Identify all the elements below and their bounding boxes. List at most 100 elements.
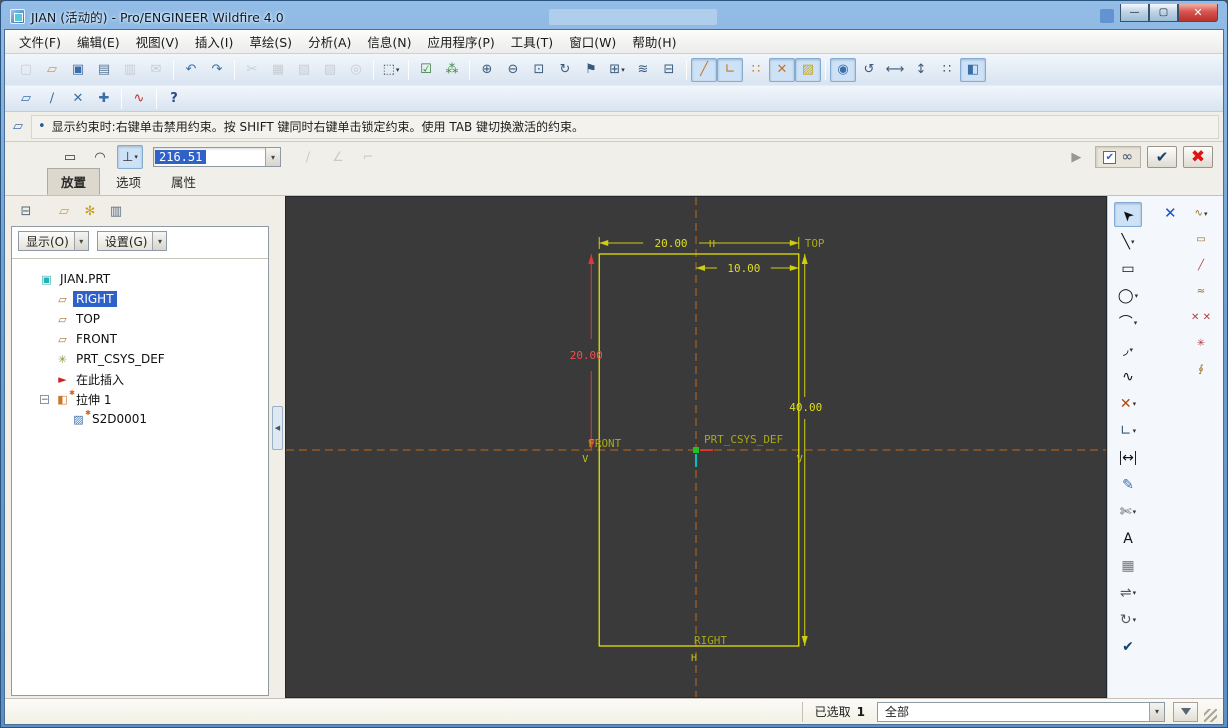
menu-help[interactable]: 帮助(H) [624,29,684,54]
value-dropdown-button[interactable]: ▾ [265,148,280,166]
dash-perp-button[interactable]: ⊥ ▾ [117,145,143,169]
tab-placement[interactable]: 放置 [47,168,101,195]
maximize-button[interactable]: ▢ [1149,4,1178,22]
spline-tool[interactable]: ∿▾ [1114,364,1142,389]
menu-applications[interactable]: 应用程序(P) [420,29,503,54]
menu-tools[interactable]: 工具(T) [503,29,561,54]
dash-rect-button[interactable]: ▭▾ [57,145,83,169]
flyout-arrow-icon[interactable]: ▾ [1133,400,1137,408]
tree-item-label[interactable]: FRONT [73,331,120,347]
flyout-arrow-icon[interactable]: ▾ [1133,616,1137,624]
tree-favorites-button[interactable]: ✻▾ [77,199,103,223]
arc-tool[interactable]: ⌒ ▾ [1114,310,1142,335]
menu-info[interactable]: 信息(N) [359,29,419,54]
chevron-down-icon[interactable]: ▾ [73,232,88,250]
ok-button[interactable]: ✔ [1147,146,1177,168]
menu-view[interactable]: 视图(V) [128,29,187,54]
done-button[interactable]: ✔▾ [1114,634,1142,659]
dimension-value-input[interactable]: 216.51 ▾ [153,147,281,167]
dash-corner-button[interactable]: ⌐▾ [355,145,381,169]
tree-item-label[interactable]: 拉伸 1 [73,390,114,409]
tree-item-sketch[interactable]: ▨ S2D0001 [20,409,268,429]
flyout-arrow-icon[interactable]: ▾ [1131,238,1135,246]
mail-button[interactable]: ✉▾ [143,58,169,82]
tree-switch-button[interactable]: ⊟▾ [13,199,39,223]
tree-item-top[interactable]: ▱ TOP [20,309,268,329]
tree-item-label[interactable]: PRT_CSYS_DEF [73,351,168,367]
dim-display-toggle[interactable]: ╱▾ [691,57,717,82]
sketch-orient-button[interactable]: ◧▾ [960,57,986,82]
menu-insert[interactable]: 插入(I) [187,29,241,54]
tree-filter-button[interactable]: ▥▾ [103,199,129,223]
tree-settings-dropdown[interactable]: 设置(G) ▾ [96,231,168,251]
menu-analysis[interactable]: 分析(A) [300,29,359,54]
resize-grip[interactable] [1204,709,1217,722]
new-file-button[interactable]: ▢▾ [13,58,39,82]
flyout-arrow-icon[interactable]: ▾ [1133,508,1137,516]
orient-mode-button[interactable]: ⚑▾ [578,58,604,82]
tree-item-label[interactable]: 在此插入 [73,370,127,389]
regenerate-button[interactable]: ↺▾ [856,58,882,82]
zoom-in-button[interactable]: ⊕▾ [474,58,500,82]
filter-funnel-button[interactable] [1173,701,1198,722]
flyout-arrow-icon[interactable]: ▾ [396,66,400,74]
dimension-value-text[interactable]: 216.51 [155,150,207,164]
constraint-display-toggle[interactable]: ∟▾ [717,57,743,82]
refit-button[interactable]: ⊡▾ [526,58,552,82]
copy-button[interactable]: ▦▾ [265,58,291,82]
sketch-canvas[interactable]: 20.00 H 10.00 20.00 40.00 TOP FRONT RIGH… [285,196,1107,698]
saved-views-button[interactable]: ⊞ ▾ [604,58,630,82]
flyout-arrow-icon[interactable]: ▾ [1134,319,1138,327]
flyout-spline-tool[interactable]: ∿ ▾ [1190,204,1212,223]
vertex-display-toggle[interactable]: ✕▾ [769,57,795,82]
tree-item-label[interactable]: TOP [73,311,103,327]
open-file-button[interactable]: ▱▾ [39,58,65,82]
dim-offset-text[interactable]: 10.00 [727,262,760,275]
flyout-arrow-icon[interactable]: ▾ [1129,346,1133,354]
titlebar[interactable]: JIAN (活动的) - Pro/ENGINEER Wildfire 4.0 —… [4,4,1224,29]
mirror-tool[interactable]: ⇌ ▾ [1114,580,1142,605]
circle-tool[interactable]: ◯ ▾ [1114,283,1142,308]
flyout-arrow-icon[interactable]: ▾ [1204,210,1208,218]
view-manager-button[interactable]: ⊟▾ [656,58,682,82]
layers-button[interactable]: ≋▾ [630,58,656,82]
shade-display-toggle[interactable]: ▨▾ [795,57,821,82]
print-button[interactable]: ▤▾ [91,58,117,82]
rotate-resize-tool[interactable]: ↻ ▾ [1114,607,1142,632]
close-x-button[interactable]: ✕ [1164,204,1177,222]
flyout-arrow-icon[interactable]: ▾ [1133,427,1137,435]
shade-closed-loops-button[interactable]: ⁂▾ [439,58,465,82]
trim-tool[interactable]: ✄ ▾ [1114,499,1142,524]
redo-button[interactable]: ↷▾ [204,58,230,82]
sketcher-diagnostics-button[interactable]: ☑▾ [413,58,439,82]
tree-show-folder-button[interactable]: ▱▾ [51,199,77,223]
tree-expander[interactable]: − [40,394,49,404]
dim-height-text[interactable]: 40.00 [789,401,822,414]
tree-show-dropdown[interactable]: 显示(O) ▾ [18,231,89,251]
flyout-rect-tool[interactable]: ▭▾ [1190,230,1212,249]
paste-button[interactable]: ▧▾ [291,58,317,82]
tree-item-label[interactable]: S2D0001 [89,411,150,427]
cut-button[interactable]: ✂▾ [239,58,265,82]
search-button[interactable]: ◎▾ [343,58,369,82]
dimension-tool[interactable]: ↔▾ [1114,445,1142,470]
paste-special-button[interactable]: ▨▾ [317,58,343,82]
use-edge-tool[interactable]: ∟ ▾ [1114,418,1142,443]
modify-tool[interactable]: ✎▾ [1114,472,1142,497]
datum-axes-toggle[interactable]: ∕▾ [39,87,65,111]
dash-angle-button[interactable]: ∠▾ [325,145,351,169]
dash-arc-button[interactable]: ◠▾ [87,145,113,169]
grid-snap-button[interactable]: ∷▾ [934,58,960,82]
menu-file[interactable]: 文件(F) [11,29,69,54]
flyout-line-tool[interactable]: ╱▾ [1190,256,1212,275]
tree-item-right[interactable]: ▱ RIGHT [20,289,268,309]
menu-window[interactable]: 窗口(W) [561,29,624,54]
datum-points-toggle[interactable]: ✕▾ [65,87,91,111]
sketch-svg[interactable]: 20.00 H 10.00 20.00 40.00 TOP FRONT RIGH… [286,197,1106,697]
menu-sketch[interactable]: 草绘(S) [241,29,300,54]
tree-item-insert-here[interactable]: ► 在此插入 [20,369,268,389]
repaint-button[interactable]: ↻▾ [552,58,578,82]
tree-item-part[interactable]: ▣ JIAN.PRT [20,269,268,289]
tree-item-csys[interactable]: ✳ PRT_CSYS_DEF [20,349,268,369]
resume-button[interactable]: ▶ [1063,145,1089,169]
